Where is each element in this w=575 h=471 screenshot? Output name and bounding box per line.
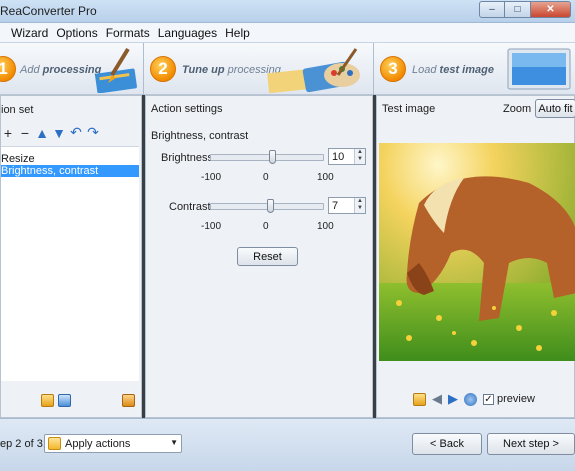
- window-title: ReaConverter Pro: [0, 4, 97, 18]
- previous-icon[interactable]: ◀: [432, 391, 442, 407]
- undo-icon[interactable]: ↶: [69, 124, 83, 141]
- apply-actions-icon: [48, 437, 61, 450]
- step-3-number: 3: [380, 56, 406, 82]
- contrast-spinner[interactable]: 7 ▲ ▼: [328, 197, 366, 214]
- action-set-panel: ion set + − ▲ ▼ ↶ ↷ Resize Brightness, c…: [0, 95, 142, 418]
- contrast-min: -100: [201, 221, 222, 232]
- spinner-arrows-icon[interactable]: ▲ ▼: [354, 198, 365, 213]
- open-image-icon[interactable]: [413, 392, 426, 406]
- brightness-max: 100: [317, 172, 334, 183]
- list-item[interactable]: Resize: [1, 153, 139, 165]
- menu-wizard[interactable]: Wizard: [7, 26, 52, 40]
- redo-icon[interactable]: ↷: [86, 124, 100, 141]
- monitor-decoration-icon: [507, 48, 571, 90]
- step-1-number: 1: [0, 56, 16, 82]
- move-down-icon[interactable]: ▼: [52, 125, 66, 141]
- action-list: Resize Brightness, contrast: [1, 146, 139, 381]
- apply-actions-select[interactable]: Apply actions ▼: [44, 434, 182, 453]
- preview-toggle[interactable]: ✓ preview: [483, 393, 535, 405]
- step-3-label: Load test image: [412, 64, 494, 76]
- step-2-number: 2: [150, 56, 176, 82]
- brightness-slider-thumb[interactable]: [268, 150, 276, 164]
- brush-decoration-icon: [95, 47, 137, 93]
- close-button[interactable]: ✕: [531, 1, 571, 18]
- preview-label: preview: [497, 393, 535, 405]
- reset-button[interactable]: Reset: [237, 247, 298, 266]
- step-counter: ep 2 of 3:: [0, 438, 46, 450]
- remove-action-icon[interactable]: −: [18, 125, 32, 141]
- add-action-icon[interactable]: +: [1, 125, 15, 141]
- spinner-arrows-icon[interactable]: ▲ ▼: [354, 149, 365, 164]
- back-button[interactable]: < Back: [412, 433, 482, 455]
- list-item[interactable]: Brightness, contrast: [1, 165, 139, 177]
- next-icon[interactable]: ▶: [448, 391, 458, 407]
- load-set-icon[interactable]: [58, 394, 71, 407]
- preview-toolbar: ◀ ▶ ✓ preview: [413, 391, 535, 407]
- menu-languages[interactable]: Languages: [154, 26, 221, 40]
- action-set-title: ion set: [1, 104, 34, 116]
- contrast-value[interactable]: 7: [332, 200, 338, 212]
- zoom-select[interactable]: Auto fit: [535, 99, 575, 118]
- menu-help[interactable]: Help: [221, 26, 254, 40]
- brightness-label: Brightness: [161, 152, 213, 164]
- window-controls: – □ ✕: [479, 1, 571, 19]
- wizard-steps: 1 Add processing 2 Tune up processing 3 …: [0, 43, 575, 95]
- menu-bar: Wizard Options Formats Languages Help: [0, 23, 575, 43]
- action-settings-panel: Action settings Brightness, contrast Bri…: [145, 95, 373, 418]
- refresh-icon[interactable]: [464, 392, 477, 406]
- save-set-icon[interactable]: [41, 394, 54, 407]
- preview-checkbox[interactable]: ✓: [483, 393, 494, 405]
- settings-icon[interactable]: [122, 394, 135, 407]
- apply-actions-label: Apply actions: [65, 437, 131, 450]
- next-step-button[interactable]: Next step >: [487, 433, 575, 455]
- minimize-button[interactable]: –: [479, 1, 505, 18]
- test-image-photo: [379, 143, 575, 361]
- menu-options[interactable]: Options: [52, 26, 101, 40]
- action-toolbar: + − ▲ ▼ ↶ ↷: [1, 124, 100, 141]
- brightness-value[interactable]: 10: [332, 151, 344, 163]
- step-1[interactable]: 1 Add processing: [0, 43, 143, 95]
- title-bar: ReaConverter Pro – □ ✕: [0, 0, 575, 23]
- test-image-panel: Test image Zoom Auto fit ◀ ▶ ✓ preview: [376, 95, 575, 418]
- move-up-icon[interactable]: ▲: [35, 125, 49, 141]
- action-name: Brightness, contrast: [151, 130, 249, 142]
- brightness-slider[interactable]: [210, 154, 324, 161]
- brightness-spinner[interactable]: 10 ▲ ▼: [328, 148, 366, 165]
- brightness-min: -100: [201, 172, 222, 183]
- action-set-extra-icons: [122, 394, 135, 407]
- test-image-title: Test image: [382, 103, 436, 115]
- brightness-mid: 0: [263, 172, 269, 183]
- menu-formats[interactable]: Formats: [102, 26, 154, 40]
- action-settings-title: Action settings: [151, 103, 223, 115]
- chevron-down-icon: ▼: [170, 438, 178, 447]
- action-set-footer-icons: [41, 394, 71, 407]
- palette-decoration-icon: [267, 48, 360, 93]
- step-2[interactable]: 2 Tune up processing: [148, 43, 373, 95]
- contrast-mid: 0: [263, 221, 269, 232]
- contrast-max: 100: [317, 221, 334, 232]
- maximize-button[interactable]: □: [505, 1, 531, 18]
- contrast-slider-thumb[interactable]: [266, 199, 274, 213]
- step-3[interactable]: 3 Load test image: [378, 43, 575, 95]
- zoom-label: Zoom: [503, 103, 532, 115]
- bottom-bar: ep 2 of 3: Apply actions ▼ < Back Next s…: [0, 418, 575, 471]
- contrast-label: Contrast: [169, 201, 211, 213]
